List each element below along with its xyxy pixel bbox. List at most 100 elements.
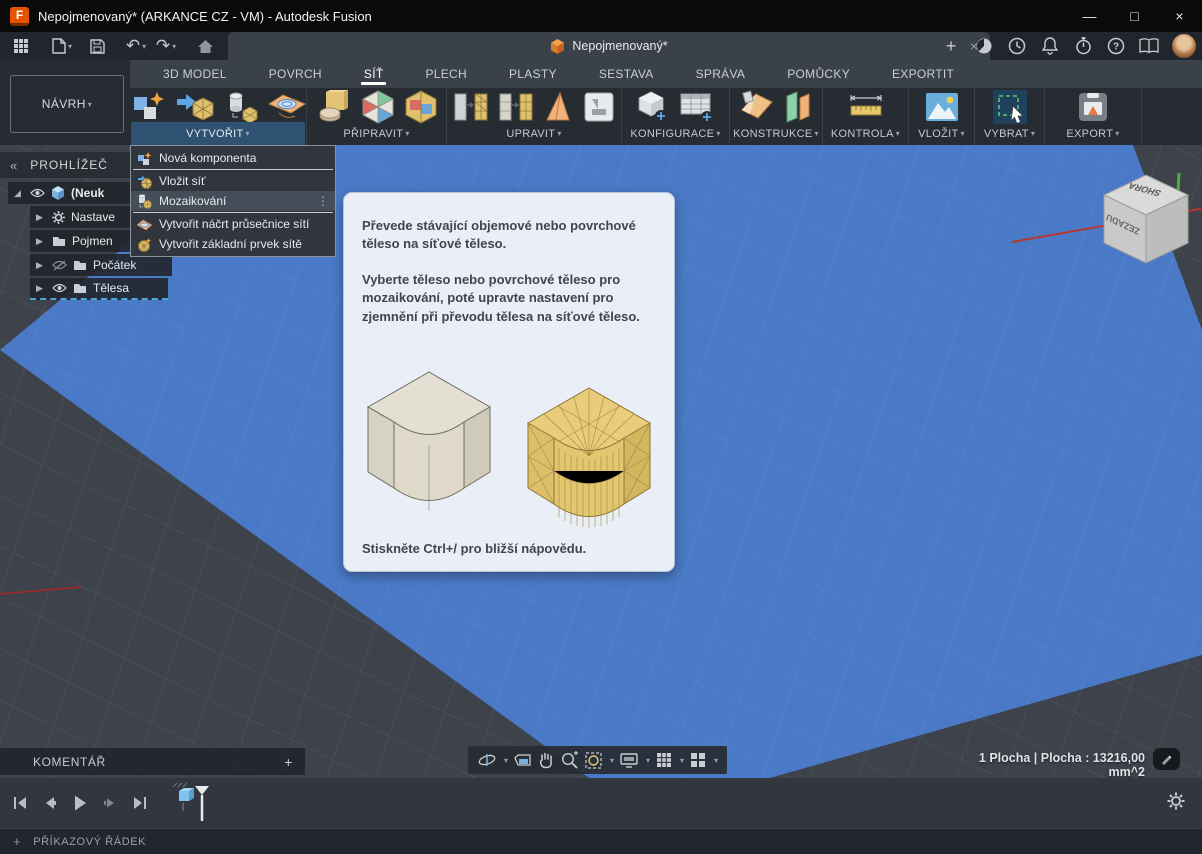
group-label-vlozit[interactable]: VLOŽIT▾ xyxy=(910,122,973,145)
tessellate-icon[interactable] xyxy=(224,90,258,124)
insert-image-icon[interactable] xyxy=(924,91,960,123)
job-status-icon[interactable] xyxy=(1073,36,1093,56)
orbit-icon[interactable] xyxy=(477,751,497,769)
pan-hand-icon[interactable] xyxy=(537,751,555,769)
tab-sprava[interactable]: SPRÁVA xyxy=(675,60,767,88)
help-icon[interactable]: ? xyxy=(1106,36,1126,56)
reduce-icon[interactable] xyxy=(361,90,395,124)
convert-mesh-icon[interactable] xyxy=(582,90,616,124)
collapse-panel-icon[interactable]: « xyxy=(10,158,18,173)
menu-item-mesh-section-sketch[interactable]: Vytvořit náčrt průsečnice sítí xyxy=(131,214,335,234)
caret-down-icon[interactable]: ▾ xyxy=(646,756,650,765)
group-label-vytvorit[interactable]: VYTVOŘIT▾ xyxy=(131,122,305,145)
tree-collapsed-icon[interactable]: ▶ xyxy=(36,283,46,294)
timeline-track[interactable] xyxy=(165,781,225,825)
export-image-icon[interactable] xyxy=(1076,91,1110,123)
design-type-selector[interactable]: NÁVRH▾ xyxy=(10,75,124,133)
redo-button[interactable]: ↷▾ xyxy=(154,34,178,58)
app-grid-icon[interactable] xyxy=(9,34,33,58)
recent-clock-icon[interactable] xyxy=(1007,36,1027,56)
menu-item-new-component[interactable]: Nová komponenta xyxy=(131,148,335,168)
group-label-export[interactable]: EXPORT▾ xyxy=(1046,122,1140,145)
new-component-icon[interactable] xyxy=(130,90,166,124)
extensions-icon[interactable] xyxy=(974,36,994,56)
visibility-eye-icon[interactable] xyxy=(52,283,67,293)
tab-plasty[interactable]: PLASTY xyxy=(488,60,578,88)
tab-plech[interactable]: PLECH xyxy=(404,60,488,88)
browser-item-bodies[interactable]: ▶ Tělesa xyxy=(30,278,168,300)
display-settings-icon[interactable] xyxy=(619,752,639,769)
visibility-off-icon[interactable] xyxy=(52,260,67,271)
timeline-step-back-button[interactable] xyxy=(38,791,62,815)
look-at-icon[interactable] xyxy=(513,752,532,769)
save-button[interactable] xyxy=(85,34,109,58)
viewports-icon[interactable] xyxy=(689,751,707,769)
remesh-icon[interactable] xyxy=(404,90,438,124)
undo-button[interactable]: ↶▾ xyxy=(124,34,148,58)
browser-item-origin[interactable]: ▶ Počátek xyxy=(30,254,172,276)
select-icon[interactable] xyxy=(992,89,1028,125)
add-comment-button[interactable]: + xyxy=(284,754,293,770)
caret-down-icon[interactable]: ▾ xyxy=(714,756,718,765)
tab-sestava[interactable]: SESTAVA xyxy=(578,60,675,88)
command-line-bar[interactable]: + PŘÍKAZOVÝ ŘÁDEK xyxy=(0,828,1202,854)
tab-sit[interactable]: SÍŤ xyxy=(343,60,405,88)
group-label-pripravit[interactable]: PŘIPRAVIT▾ xyxy=(308,122,445,145)
edit-form-icon[interactable] xyxy=(498,90,534,124)
tree-expanded-icon[interactable]: ◢ xyxy=(14,188,24,199)
menu-item-insert-mesh[interactable]: Vložit síť xyxy=(131,171,335,191)
measure-badge[interactable] xyxy=(1153,748,1180,770)
tree-collapsed-icon[interactable]: ▶ xyxy=(36,236,46,247)
caret-down-icon[interactable]: ▾ xyxy=(610,756,614,765)
timeline-step-forward-button[interactable] xyxy=(98,791,122,815)
caret-down-icon[interactable]: ▾ xyxy=(680,756,684,765)
view-cube[interactable]: SHORA ZEZADU xyxy=(1096,167,1196,267)
direct-edit-icon[interactable] xyxy=(453,90,489,124)
menu-item-tessellate[interactable]: Mozaikování ⋮ xyxy=(131,191,335,211)
insert-mesh-icon[interactable] xyxy=(175,90,215,124)
tree-collapsed-icon[interactable]: ▶ xyxy=(36,260,46,271)
configure-table-icon[interactable] xyxy=(679,90,715,124)
visibility-eye-icon[interactable] xyxy=(30,188,45,198)
maximize-button[interactable]: □ xyxy=(1112,0,1157,32)
minimize-button[interactable]: — xyxy=(1067,0,1112,32)
generate-icon[interactable] xyxy=(316,90,352,124)
browser-item-settings[interactable]: ▶ Nastave xyxy=(30,206,136,228)
learning-book-icon[interactable] xyxy=(1139,36,1159,56)
timeline-settings-gear-icon[interactable] xyxy=(1166,791,1186,811)
timeline-play-button[interactable] xyxy=(68,791,92,815)
tab-3d-model[interactable]: 3D MODEL xyxy=(142,60,248,88)
browser-item-named-views[interactable]: ▶ Pojmen xyxy=(30,230,136,252)
group-label-upravit[interactable]: UPRAVIT▾ xyxy=(448,122,620,145)
tab-exportit[interactable]: EXPORTIT xyxy=(871,60,975,88)
tab-povrch[interactable]: POVRCH xyxy=(248,60,343,88)
tree-collapsed-icon[interactable]: ▶ xyxy=(36,212,46,223)
notifications-bell-icon[interactable] xyxy=(1040,36,1060,56)
measure-icon[interactable] xyxy=(846,90,886,124)
caret-down-icon[interactable]: ▾ xyxy=(504,756,508,765)
menu-item-base-mesh[interactable]: Vytvořit základní prvek sítě xyxy=(131,234,335,254)
group-label-vybrat[interactable]: VYBRAT▾ xyxy=(976,122,1043,145)
grid-snap-icon[interactable] xyxy=(655,751,673,769)
home-view-button[interactable] xyxy=(193,34,217,58)
kebab-menu-icon[interactable]: ⋮ xyxy=(317,194,329,208)
expand-command-line-icon[interactable]: + xyxy=(13,834,21,849)
configure-body-icon[interactable] xyxy=(636,90,670,124)
offset-plane-icon[interactable] xyxy=(783,90,813,124)
comment-bar[interactable]: KOMENTÁŘ + xyxy=(0,748,305,775)
group-label-konstrukce[interactable]: KONSTRUKCE▾ xyxy=(731,122,821,145)
timeline-go-start-button[interactable] xyxy=(8,791,32,815)
file-menu-button[interactable]: ▾ xyxy=(50,34,74,58)
browser-item-root[interactable]: ◢ (Neuk xyxy=(8,182,136,204)
user-avatar[interactable] xyxy=(1172,34,1196,58)
construction-plane-icon[interactable] xyxy=(740,90,774,124)
mesh-section-sketch-icon[interactable] xyxy=(267,90,307,124)
unfold-icon[interactable] xyxy=(543,90,573,124)
close-button[interactable]: × xyxy=(1157,0,1202,32)
group-label-kontrola[interactable]: KONTROLA▾ xyxy=(824,122,907,145)
timeline-go-end-button[interactable] xyxy=(128,791,152,815)
new-tab-button[interactable]: + xyxy=(941,36,961,56)
fit-icon[interactable] xyxy=(584,751,603,770)
document-tab[interactable]: Nepojmenovaný* × xyxy=(228,32,990,60)
group-label-konfigurace[interactable]: KONFIGURACE▾ xyxy=(623,122,728,145)
